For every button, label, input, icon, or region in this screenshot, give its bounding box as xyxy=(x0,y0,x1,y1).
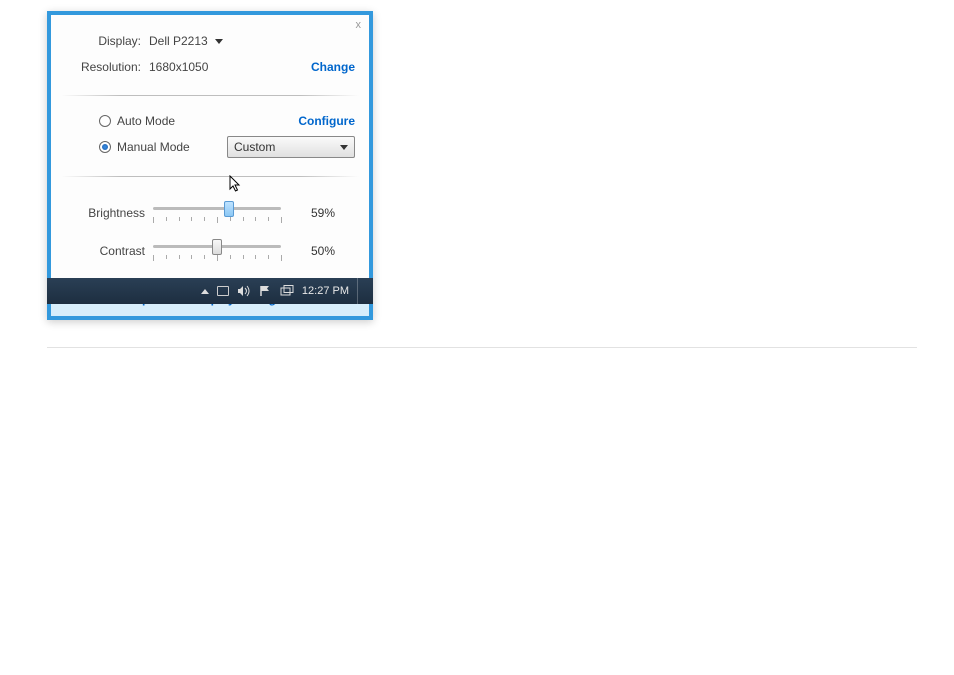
preset-selected: Custom xyxy=(234,140,275,154)
display-value: Dell P2213 xyxy=(149,34,208,48)
popup-body: x Display: Dell P2213 Resolution: 1680x1… xyxy=(51,15,369,316)
taskbar-clock[interactable]: 12:27 PM xyxy=(302,285,349,297)
slider-ticks xyxy=(153,217,281,223)
contrast-slider[interactable] xyxy=(153,239,281,263)
display-label: Display: xyxy=(65,34,149,48)
mode-section: Auto Mode Configure Manual Mode Custom xyxy=(51,100,369,172)
divider xyxy=(61,176,359,177)
manual-mode-label: Manual Mode xyxy=(117,140,190,154)
chevron-down-icon xyxy=(215,39,223,44)
sliders-section: Brightness 59% Contrast 50% xyxy=(51,181,369,281)
auto-mode-label: Auto Mode xyxy=(117,114,175,128)
chevron-down-icon xyxy=(340,145,348,150)
divider xyxy=(61,95,359,96)
slider-ticks xyxy=(153,255,281,261)
slider-thumb[interactable] xyxy=(224,201,234,217)
show-desktop-button[interactable] xyxy=(357,278,367,304)
resolution-label: Resolution: xyxy=(65,60,149,74)
preset-select[interactable]: Custom xyxy=(227,136,355,158)
chevron-up-icon xyxy=(201,289,209,294)
display-dropdown[interactable]: Dell P2213 xyxy=(149,34,223,48)
contrast-label: Contrast xyxy=(65,244,153,258)
tray-screen-icon[interactable] xyxy=(280,285,294,297)
display-section: Display: Dell P2213 Resolution: 1680x105… xyxy=(51,15,369,91)
taskbar: 12:27 PM xyxy=(47,278,373,304)
auto-mode-radio[interactable] xyxy=(99,115,111,127)
tray-overflow-button[interactable] xyxy=(201,289,209,294)
change-link[interactable]: Change xyxy=(311,60,355,74)
close-button[interactable]: x xyxy=(356,19,362,31)
display-manager-popup: x Display: Dell P2213 Resolution: 1680x1… xyxy=(47,11,373,320)
contrast-value: 50% xyxy=(311,244,355,258)
brightness-label: Brightness xyxy=(65,206,153,220)
resolution-value: 1680x1050 xyxy=(149,60,208,74)
page-divider xyxy=(47,347,917,348)
manual-mode-radio[interactable] xyxy=(99,141,111,153)
brightness-slider[interactable] xyxy=(153,201,281,225)
slider-track xyxy=(153,207,281,210)
tray-flag-icon[interactable] xyxy=(259,285,272,297)
tray-volume-icon[interactable] xyxy=(237,285,251,297)
configure-link[interactable]: Configure xyxy=(298,114,355,128)
tray-action-center-icon[interactable] xyxy=(217,286,229,296)
slider-thumb[interactable] xyxy=(212,239,222,255)
brightness-value: 59% xyxy=(311,206,355,220)
